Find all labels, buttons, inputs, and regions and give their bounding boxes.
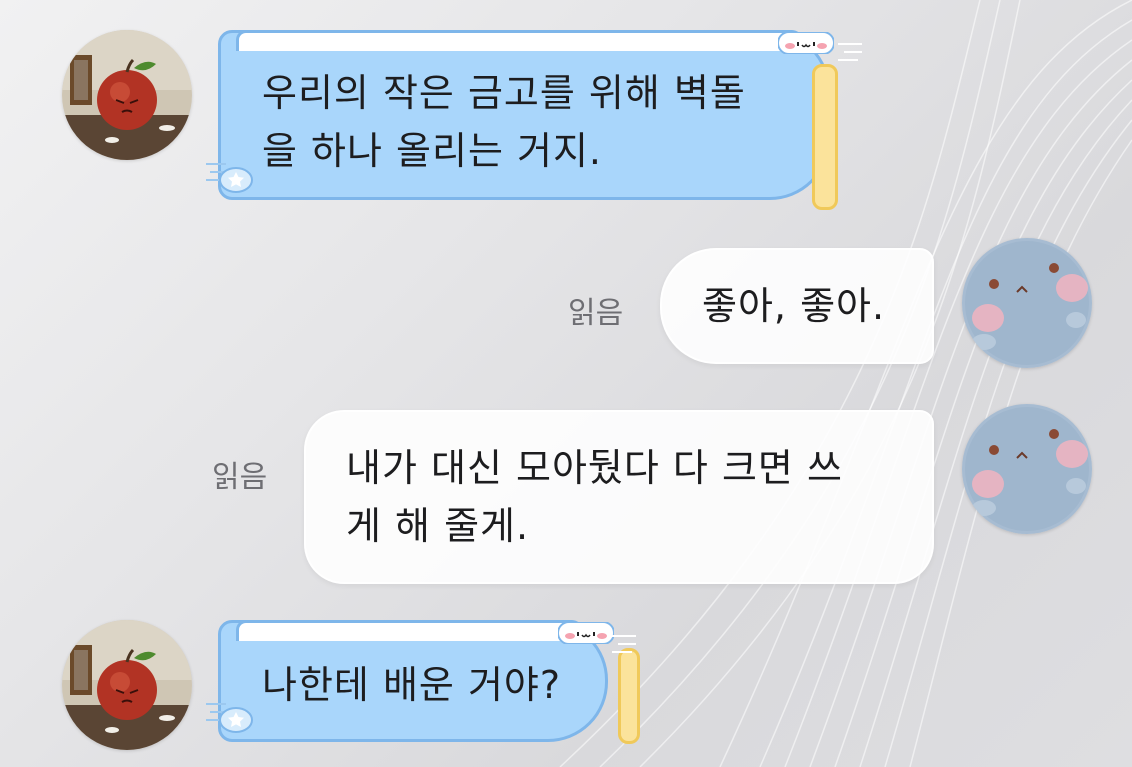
message-line: 을 하나 올리는 거지.: [262, 129, 602, 173]
message-text: 좋아, 좋아.: [702, 284, 886, 328]
message-line: 게 해 줄게.: [346, 504, 530, 548]
message-text: 내가 대신 모아뒀다 다 크면 쓰 게 해 줄게.: [346, 439, 843, 555]
incoming-message-1[interactable]: 우리의 작은 금고를 위해 벽돌 을 하나 올리는 거지.: [206, 30, 862, 210]
blue-plush-avatar[interactable]: [962, 404, 1092, 534]
bubble-tab: [236, 620, 582, 641]
outgoing-message-2[interactable]: 좋아, 좋아.: [660, 248, 934, 364]
apple-character-avatar[interactable]: [62, 30, 192, 160]
message-text: 우리의 작은 금고를 위해 벽돌 을 하나 올리는 거지.: [262, 64, 746, 180]
decoration-lines-icon: [612, 635, 636, 653]
star-icon: [206, 703, 253, 733]
bubble-scroll-decoration: [618, 648, 640, 744]
message-line: 우리의 작은 금고를 위해 벽돌: [262, 71, 746, 115]
incoming-message-4[interactable]: 나한테 배운 거야?: [206, 620, 640, 744]
kawaii-face-icon: [558, 622, 614, 644]
message-line: 내가 대신 모아뒀다 다 크면 쓰: [346, 446, 843, 490]
blue-plush-avatar[interactable]: [962, 238, 1092, 368]
decoration-lines-icon: [838, 43, 862, 61]
message-text: 나한테 배운 거야?: [262, 663, 562, 707]
kawaii-face-icon: [778, 32, 834, 54]
read-status: 읽음: [212, 460, 268, 495]
bubble-scroll-decoration: [812, 64, 838, 210]
bubble-tab: [236, 30, 802, 51]
star-icon: [206, 163, 253, 193]
apple-character-avatar[interactable]: [62, 620, 192, 750]
outgoing-message-3[interactable]: 내가 대신 모아뒀다 다 크면 쓰 게 해 줄게.: [304, 410, 934, 584]
read-status: 읽음: [568, 296, 624, 331]
